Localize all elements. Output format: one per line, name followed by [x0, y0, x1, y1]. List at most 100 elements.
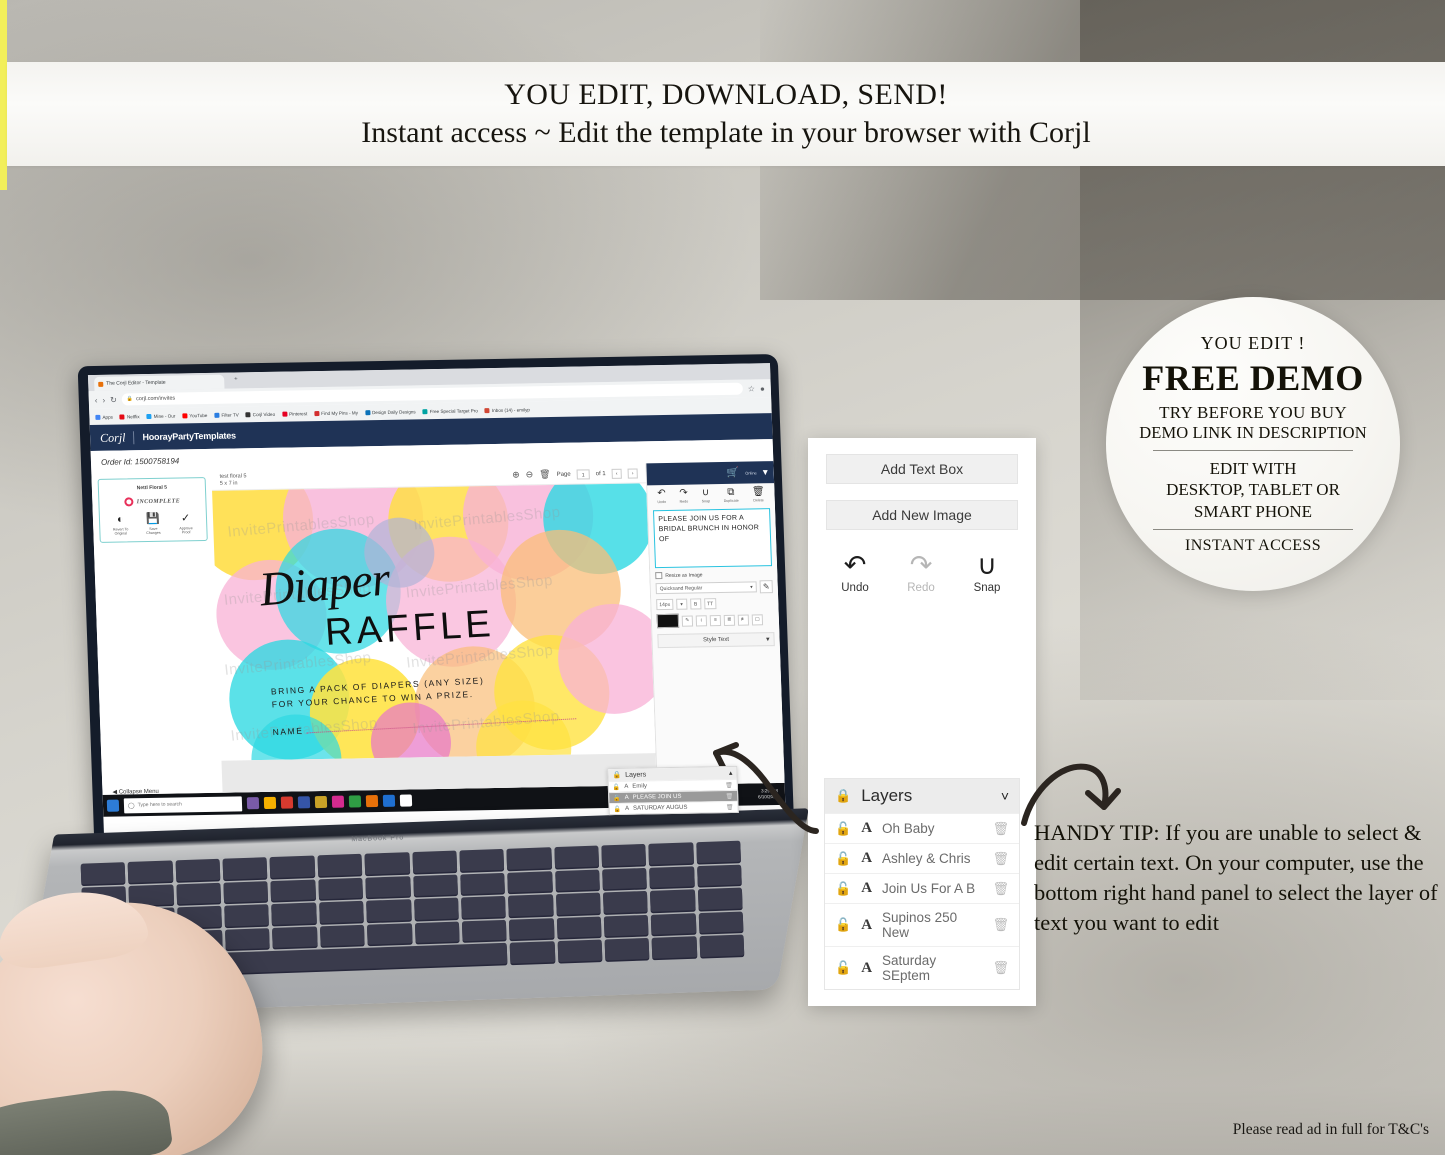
star-bookmark-icon[interactable]: ☆ — [748, 384, 755, 393]
trash-icon[interactable]: 🗑 — [992, 821, 1009, 837]
trash-icon[interactable]: 🗑 — [992, 881, 1009, 897]
trash-icon[interactable]: 🗑 — [992, 917, 1009, 933]
align-center-button[interactable]: ≣ — [723, 614, 736, 626]
trash-icon[interactable]: 🗑 — [725, 781, 733, 788]
bookmark-item[interactable]: Pinterest — [282, 411, 307, 417]
corjl-logo: Corjl — [99, 429, 126, 445]
resize-as-image-checkbox[interactable]: Resize as Image — [655, 570, 772, 580]
line-height-button[interactable]: ↕ — [695, 614, 708, 626]
duplicate-tool[interactable]: ⧉ Duplicate — [723, 487, 739, 503]
redo-tool[interactable]: ↷ Redo — [679, 488, 688, 504]
chevron-up-icon[interactable]: ▴ — [729, 769, 733, 777]
bookmark-item[interactable]: Find My Pins - My — [314, 410, 358, 416]
snap-label: Snap — [973, 582, 1001, 594]
align-right-button[interactable]: ≢ — [737, 614, 750, 626]
lock-icon[interactable]: 🔓 — [613, 783, 621, 790]
next-page-button[interactable]: › — [627, 467, 638, 479]
laptop-layer-label: SATURDAY AUGUS — [633, 804, 688, 812]
text-edit-textarea[interactable]: PLEASE JOIN US FOR A BRIDAL BRUNCH IN HO… — [652, 508, 773, 569]
unlock-icon[interactable]: 🔓 — [835, 917, 851, 933]
layer-row[interactable]: 🔓 A Saturday SEptem 🗑 — [825, 946, 1019, 989]
layer-row[interactable]: 🔓 A Supinos 250 New 🗑 — [825, 903, 1019, 946]
layer-row[interactable]: 🔓 A Ashley & Chris 🗑 — [825, 843, 1019, 873]
collapse-menu-button[interactable]: ◀ Collapse Menu — [112, 788, 159, 796]
layers-header[interactable]: 🔒 Layers ˅ — [825, 779, 1019, 813]
unlock-icon[interactable]: 🔓 — [835, 821, 851, 837]
unlock-icon[interactable]: 🔓 — [835, 881, 851, 897]
taskbar-icon-powerpoint[interactable] — [382, 794, 396, 807]
browser-tab-active[interactable]: The Corjl Editor - Template — [94, 374, 225, 391]
taskbar-icon-chrome[interactable] — [280, 796, 294, 809]
text-transform-button[interactable]: TT — [703, 598, 717, 610]
redo-button[interactable]: ↷ Redo — [900, 552, 942, 595]
invite-main-title[interactable]: RAFFLE — [324, 603, 496, 655]
undo-tool[interactable]: ↶ Undo — [657, 488, 666, 504]
trash-icon[interactable]: 🗑 — [992, 851, 1009, 867]
windows-search-input[interactable]: ◯ Type here to search — [123, 795, 243, 813]
bookmark-item[interactable]: YouTube — [182, 412, 208, 418]
taskbar-icon-edge[interactable] — [297, 796, 311, 809]
trash-icon[interactable]: 🗑 — [726, 803, 734, 810]
delete-tool[interactable]: 🗑 Delete — [752, 486, 765, 502]
font-family-select[interactable]: Quicksand Regular ▾ — [655, 581, 757, 595]
zoom-in-icon[interactable]: ⊕ — [512, 470, 520, 481]
undo-button[interactable]: ↶ Undo — [834, 552, 876, 595]
macbook-pro-label: MacBook Pro — [351, 834, 405, 844]
unlock-icon[interactable]: 🔓 — [835, 960, 851, 976]
align-left-button[interactable]: ≡ — [709, 614, 722, 626]
bookmark-item[interactable]: Design Daily Designs — [364, 409, 416, 415]
bookmark-item[interactable]: Apps — [95, 414, 113, 420]
taskbar-icon-explorer[interactable] — [263, 796, 277, 809]
trash-icon[interactable]: 🗑 — [992, 960, 1009, 976]
add-text-box-button[interactable]: Add Text Box — [826, 454, 1018, 484]
curve-text-button[interactable]: ▢ — [751, 613, 764, 625]
zoom-out-icon[interactable]: ⊖ — [525, 469, 533, 480]
font-size-input[interactable]: 14px — [656, 598, 674, 611]
bookmark-item[interactable]: Filter TV — [214, 412, 239, 418]
bookmark-item[interactable]: Netflix — [119, 414, 140, 420]
save-action[interactable]: 💾 Save Changes — [138, 513, 169, 536]
back-icon[interactable]: ‹ — [95, 395, 98, 404]
bold-button[interactable]: B — [689, 598, 702, 610]
taskbar-icon-mail[interactable] — [399, 794, 413, 807]
page-input[interactable]: 1 — [576, 468, 590, 480]
taskbar-icon-app[interactable] — [331, 795, 345, 808]
eyedropper-icon[interactable]: ✎ — [681, 615, 694, 627]
layer-row[interactable]: 🔓 A Join Us For A B 🗑 — [825, 873, 1019, 903]
lock-icon[interactable]: 🔓 — [613, 794, 621, 801]
font-size-chevron[interactable]: ▾ — [675, 598, 688, 610]
trash-icon[interactable]: 🗑 — [725, 792, 734, 799]
approve-action[interactable]: ✓ Approve Proof — [170, 512, 201, 535]
taskbar-icon-store[interactable] — [246, 797, 260, 810]
windows-start-icon[interactable] — [106, 799, 120, 812]
bookmark-item[interactable]: Free Special Target Pro — [422, 408, 478, 414]
font-picker-button[interactable]: ✎ — [759, 580, 773, 594]
cart-icon[interactable]: 🛒 — [727, 467, 740, 478]
lock-icon[interactable]: 🔓 — [613, 805, 622, 812]
forward-icon[interactable]: › — [102, 395, 105, 404]
taskbar-icon-acrobat[interactable] — [365, 795, 379, 808]
taskbar-icon-folder[interactable] — [314, 795, 328, 809]
style-text-accordion[interactable]: Style Text ▾ — [657, 632, 775, 649]
bookmark-item[interactable]: Mine - Our — [146, 413, 175, 419]
laptop-layer-row[interactable]: 🔓 A SATURDAY AUGUS 🗑 — [609, 800, 738, 815]
reload-icon[interactable]: ↻ — [110, 395, 117, 404]
revert-action[interactable]: ◐ Revert To Original — [105, 513, 136, 536]
prev-page-button[interactable]: ‹ — [611, 468, 622, 479]
chevron-down-icon[interactable]: ˅ — [1001, 788, 1009, 804]
add-new-image-button[interactable]: Add New Image — [826, 500, 1018, 530]
snap-tool[interactable]: ∪ Snap — [701, 487, 711, 503]
layer-row[interactable]: 🔓 A Oh Baby 🗑 — [825, 813, 1019, 843]
chevron-down-icon[interactable]: ▾ — [763, 467, 768, 478]
invitation-canvas[interactable]: InvitePrintablesShop InvitePrintablesSho… — [212, 483, 656, 761]
taskbar-icon-excel[interactable] — [348, 795, 362, 808]
unlock-icon[interactable]: 🔓 — [835, 851, 851, 867]
new-tab-button[interactable]: + — [234, 376, 238, 382]
invite-script-title[interactable]: Diaper — [257, 551, 392, 617]
bookmark-item[interactable]: Corjl Video — [245, 411, 275, 417]
trash-icon[interactable]: 🗑 — [539, 469, 551, 480]
bookmark-item[interactable]: Inbox (14) - emilyp — [484, 407, 530, 413]
profile-icon[interactable]: ● — [760, 384, 765, 393]
snap-button[interactable]: ∪ Snap — [966, 552, 1008, 595]
text-color-swatch[interactable] — [656, 613, 680, 629]
